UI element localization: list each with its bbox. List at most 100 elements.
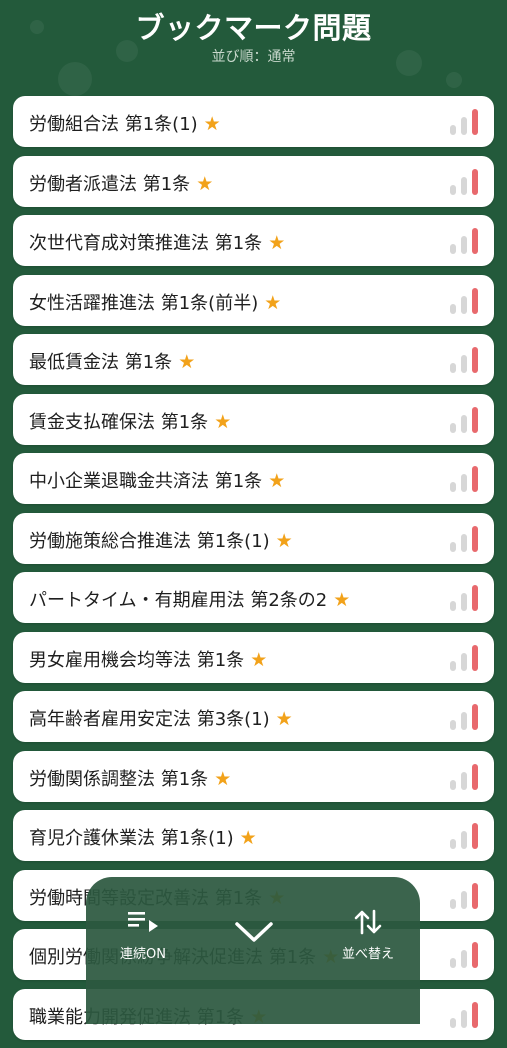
continuous-toggle-button[interactable]: 連続ON (108, 907, 178, 962)
signal-bar (461, 533, 467, 552)
signal-bar (472, 466, 478, 492)
star-icon: ★ (214, 410, 232, 433)
signal-bar (461, 355, 467, 373)
bookmark-item[interactable]: 労働施策総合推進法 第1条(1) ★ (13, 512, 494, 564)
star-icon: ★ (250, 648, 268, 671)
bookmark-item-label: パートタイム・有期雇用法 第2条の2 ★ (29, 586, 350, 612)
sort-button[interactable]: 並べ替え (330, 907, 406, 962)
bookmark-item-title: 高年齢者雇用安定法 第3条(1) (29, 709, 270, 730)
bookmark-item-label: 労働施策総合推進法 第1条(1) ★ (29, 527, 293, 553)
sort-order-label: 並び順：通常 (211, 49, 296, 65)
bookmark-item-label: 最低賃金法 第1条 ★ (29, 348, 195, 374)
star-icon: ★ (333, 589, 351, 611)
signal-bars-icon (450, 704, 480, 730)
signal-bar (450, 601, 456, 611)
bookmark-item[interactable]: パートタイム・有期雇用法 第2条の2 ★ (13, 572, 494, 623)
signal-bars-icon (450, 644, 480, 671)
bookmark-item[interactable]: 男女雇用機会均等法 第1条 ★ (13, 631, 494, 683)
signal-bar (461, 176, 467, 195)
bookmark-item[interactable]: 最低賃金法 第1条 ★ (13, 334, 494, 385)
star-icon: ★ (239, 827, 257, 849)
signal-bars-icon (450, 763, 480, 790)
collapse-button[interactable] (232, 917, 276, 951)
signal-bar (450, 422, 456, 433)
chevron-down-icon (235, 922, 273, 942)
page-title: ブックマーク問題 (135, 11, 372, 45)
signal-bar (472, 644, 478, 671)
bookmark-item-title: 男女雇用機会均等法 第1条 (29, 649, 245, 671)
signal-bar (450, 541, 456, 552)
signal-bars-icon (450, 823, 480, 849)
signal-bar (450, 898, 456, 909)
bookmark-item-title: 女性活躍推進法 第1条(前半) (29, 292, 259, 314)
signal-bar (472, 763, 478, 790)
signal-bar (450, 184, 456, 195)
bookmark-item-title: 労働関係調整法 第1条 (29, 768, 209, 790)
bookmark-item[interactable]: 賃金支払確保法 第1条 ★ (13, 393, 494, 445)
playlist-play-icon (128, 912, 158, 932)
bookmark-item[interactable]: 労働関係調整法 第1条 ★ (13, 750, 494, 802)
star-icon: ★ (264, 291, 282, 314)
bookmark-item-title: 次世代育成対策推進法 第1条 (29, 233, 263, 254)
signal-bar (461, 950, 467, 968)
bookmark-item-label: 労働組合法 第1条(1) ★ (29, 110, 221, 136)
signal-bar (472, 525, 478, 552)
signal-bar (450, 660, 456, 671)
signal-bar (472, 347, 478, 373)
header: ブックマーク問題 並び順：通常 (0, 0, 507, 90)
bookmark-item[interactable]: 次世代育成対策推進法 第1条 ★ (13, 215, 494, 266)
signal-bars-icon (450, 406, 480, 433)
signal-bar (461, 295, 467, 314)
signal-bars-icon (450, 347, 480, 373)
bookmark-item-label: 男女雇用機会均等法 第1条 ★ (29, 646, 267, 672)
signal-bar (472, 287, 478, 314)
signal-bar (461, 474, 467, 492)
bookmark-item-title: 最低賃金法 第1条 (29, 352, 173, 373)
signal-bar (450, 125, 456, 135)
bookmark-item[interactable]: 高年齢者雇用安定法 第3条(1) ★ (13, 691, 494, 742)
signal-bar (450, 958, 456, 968)
bookmark-item[interactable]: 労働組合法 第1条(1) ★ (13, 96, 494, 147)
signal-bar (450, 482, 456, 492)
signal-bar (450, 244, 456, 254)
star-icon: ★ (275, 529, 293, 552)
signal-bar (472, 228, 478, 254)
continuous-label: 連続ON (120, 947, 166, 962)
bookmark-item-label: 労働関係調整法 第1条 ★ (29, 765, 231, 791)
bookmark-item[interactable]: 育児介護休業法 第1条(1) ★ (13, 810, 494, 861)
signal-bars-icon (450, 882, 480, 909)
signal-bars-icon (450, 109, 480, 135)
bookmark-item-label: 労働者派遣法 第1条 ★ (29, 170, 213, 196)
bookmark-item-label: 賃金支払確保法 第1条 ★ (29, 408, 231, 434)
signal-bar (450, 839, 456, 849)
signal-bar (461, 712, 467, 730)
bookmark-item-title: 育児介護休業法 第1条(1) (29, 828, 234, 849)
signal-bars-icon (450, 585, 480, 611)
signal-bars-icon (450, 942, 480, 968)
signal-bar (472, 406, 478, 433)
star-icon: ★ (214, 767, 232, 790)
signal-bar (461, 652, 467, 671)
bookmark-item[interactable]: 女性活躍推進法 第1条(前半) ★ (13, 274, 494, 326)
bookmark-item-title: 労働者派遣法 第1条 (29, 173, 191, 195)
bookmark-item[interactable]: 労働者派遣法 第1条 ★ (13, 155, 494, 207)
bookmark-item-title: パートタイム・有期雇用法 第2条の2 (29, 590, 328, 611)
star-icon: ★ (275, 708, 293, 730)
signal-bar (461, 771, 467, 790)
bookmark-item-title: 労働組合法 第1条(1) (29, 114, 198, 135)
signal-bars-icon (450, 228, 480, 254)
bottom-toolbar: 連続ON 並べ替え (86, 877, 420, 1024)
signal-bars-icon (450, 287, 480, 314)
signal-bar (472, 823, 478, 849)
bookmark-item-label: 高年齢者雇用安定法 第3条(1) ★ (29, 705, 293, 731)
star-icon: ★ (178, 351, 196, 373)
signal-bar (450, 363, 456, 373)
star-icon: ★ (268, 470, 286, 492)
bookmark-item[interactable]: 中小企業退職金共済法 第1条 ★ (13, 453, 494, 504)
signal-bar (472, 585, 478, 611)
signal-bar (461, 236, 467, 254)
signal-bar (461, 593, 467, 611)
bookmark-item-label: 育児介護休業法 第1条(1) ★ (29, 824, 257, 850)
bookmark-item-label: 女性活躍推進法 第1条(前半) ★ (29, 289, 281, 315)
bookmark-item-label: 中小企業退職金共済法 第1条 ★ (29, 467, 285, 493)
